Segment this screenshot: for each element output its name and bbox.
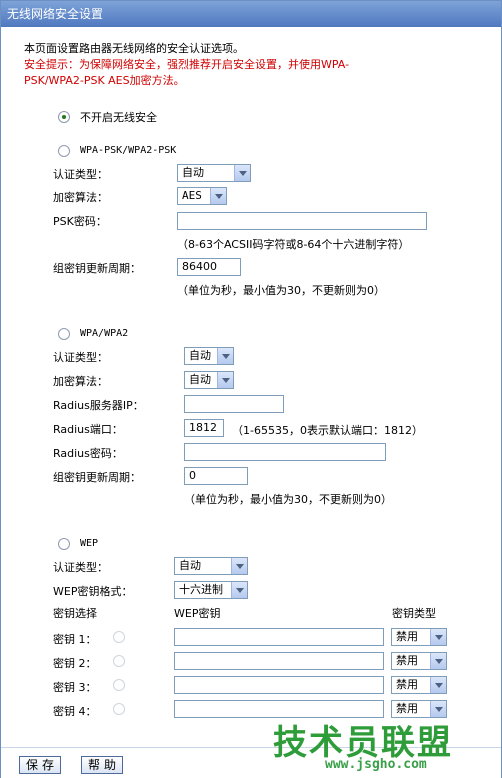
wpa-auth-type-label: 认证类型：: [53, 351, 108, 364]
psk-auth-type-label: 认证类型：: [53, 168, 108, 181]
wep-key-3-input[interactable]: [174, 676, 384, 694]
settings-window: 无线网络安全设置 本页面设置路由器无线网络的安全认证选项。 安全提示：为保障网络…: [0, 0, 502, 778]
radius-port-hint: （1-65535，0表示默认端口：1812）: [232, 424, 423, 437]
psk-renew-hint: （单位为秒，最小值为30，不更新则为0）: [177, 284, 385, 297]
wep-key-1-input[interactable]: [174, 628, 384, 646]
radio-no-security[interactable]: [58, 111, 70, 123]
wep-key-4-radio[interactable]: [113, 703, 125, 715]
intro-line: 本页面设置路由器无线网络的安全认证选项。: [24, 42, 244, 55]
chevron-down-icon: [430, 653, 446, 669]
wep-key-1-label: 密钥 1：: [53, 633, 97, 646]
radius-password-label: Radius密码：: [53, 447, 123, 460]
chevron-down-icon: [217, 348, 233, 364]
wep-key-2-radio[interactable]: [113, 655, 125, 667]
chevron-down-icon: [430, 629, 446, 645]
wep-auth-type-select[interactable]: 自动: [174, 557, 248, 575]
wpa-renew-input[interactable]: 0: [184, 467, 248, 485]
window-title: 无线网络安全设置: [1, 1, 501, 27]
wpa-encryption-value: 自动: [189, 373, 211, 386]
radio-wpa-psk[interactable]: [58, 145, 70, 157]
psk-password-input[interactable]: [177, 212, 427, 230]
wpa-psk-label: WPA-PSK/WPA2-PSK: [80, 145, 177, 156]
wpa-label: WPA/WPA2: [80, 328, 129, 339]
psk-renew-input[interactable]: 86400: [177, 258, 241, 276]
wep-key-1-type-select[interactable]: 禁用: [391, 628, 447, 646]
wpa-auth-type-value: 自动: [189, 349, 211, 362]
wep-key-1-radio[interactable]: [113, 631, 125, 643]
wep-key-2-label: 密钥 2：: [53, 657, 97, 670]
wpa-encryption-label: 加密算法：: [53, 375, 108, 388]
wep-key-3-type-select[interactable]: 禁用: [391, 676, 447, 694]
chevron-down-icon: [231, 582, 247, 598]
radio-wpa[interactable]: [58, 328, 70, 340]
psk-encryption-label: 加密算法：: [53, 191, 108, 204]
wep-col-key: WEP密钥: [174, 607, 221, 620]
save-button[interactable]: 保存: [19, 756, 61, 774]
chevron-down-icon: [430, 677, 446, 693]
chevron-down-icon: [430, 701, 446, 717]
wep-auth-type-label: 认证类型：: [53, 561, 108, 574]
help-button[interactable]: 帮助: [81, 756, 123, 774]
wpa-encryption-select[interactable]: 自动: [184, 371, 234, 389]
radius-ip-label: Radius服务器IP：: [53, 399, 144, 412]
chevron-down-icon: [234, 165, 250, 181]
psk-password-hint: （8-63个ACSII码字符或8-64个十六进制字符）: [177, 238, 410, 251]
wep-key-4-label: 密钥 4：: [53, 705, 97, 718]
chevron-down-icon: [210, 188, 226, 204]
psk-renew-label: 组密钥更新周期：: [53, 262, 141, 275]
intro-text: 本页面设置路由器无线网络的安全认证选项。 安全提示：为保障网络安全，强烈推荐开启…: [24, 41, 349, 89]
wep-key-3-radio[interactable]: [113, 679, 125, 691]
wpa-renew-label: 组密钥更新周期：: [53, 471, 141, 484]
radio-wep[interactable]: [58, 538, 70, 550]
wep-key-4-type-value: 禁用: [396, 702, 418, 715]
wep-key-2-type-value: 禁用: [396, 654, 418, 667]
wep-key-4-input[interactable]: [174, 700, 384, 718]
radius-port-input[interactable]: 1812: [184, 419, 224, 437]
psk-encryption-value: AES: [182, 189, 202, 202]
wpa-auth-type-select[interactable]: 自动: [184, 347, 234, 365]
security-warning-line2: PSK/WPA2-PSK AES加密方法。: [24, 74, 185, 87]
wep-key-3-type-value: 禁用: [396, 678, 418, 691]
wep-format-value: 十六进制: [179, 583, 223, 596]
wep-format-select[interactable]: 十六进制: [174, 581, 248, 599]
wep-key-3-label: 密钥 3：: [53, 681, 97, 694]
settings-content: 本页面设置路由器无线网络的安全认证选项。 安全提示：为保障网络安全，强烈推荐开启…: [1, 27, 501, 747]
radius-port-label: Radius端口：: [53, 423, 123, 436]
no-security-label: 不开启无线安全: [80, 111, 157, 124]
wep-key-2-input[interactable]: [174, 652, 384, 670]
psk-auth-type-value: 自动: [182, 166, 204, 179]
radius-ip-input[interactable]: [184, 395, 284, 413]
chevron-down-icon: [217, 372, 233, 388]
wep-label: WEP: [80, 538, 99, 549]
wpa-renew-hint: （单位为秒，最小值为30，不更新则为0）: [184, 493, 392, 506]
wep-col-key-select: 密钥选择: [53, 607, 97, 620]
wep-key-2-type-select[interactable]: 禁用: [391, 652, 447, 670]
security-warning-line1: 安全提示：为保障网络安全，强烈推荐开启安全设置，并使用WPA-: [24, 58, 350, 71]
footer-bar: 保存 帮助: [1, 747, 501, 778]
psk-auth-type-select[interactable]: 自动: [177, 164, 251, 182]
radius-password-input[interactable]: [184, 443, 386, 461]
wep-key-1-type-value: 禁用: [396, 630, 418, 643]
psk-password-label: PSK密码：: [53, 215, 107, 228]
chevron-down-icon: [231, 558, 247, 574]
psk-encryption-select[interactable]: AES: [177, 187, 227, 205]
wep-col-key-type: 密钥类型: [392, 607, 436, 620]
wep-auth-type-value: 自动: [179, 559, 201, 572]
wep-key-4-type-select[interactable]: 禁用: [391, 700, 447, 718]
wep-format-label: WEP密钥格式：: [53, 585, 133, 598]
